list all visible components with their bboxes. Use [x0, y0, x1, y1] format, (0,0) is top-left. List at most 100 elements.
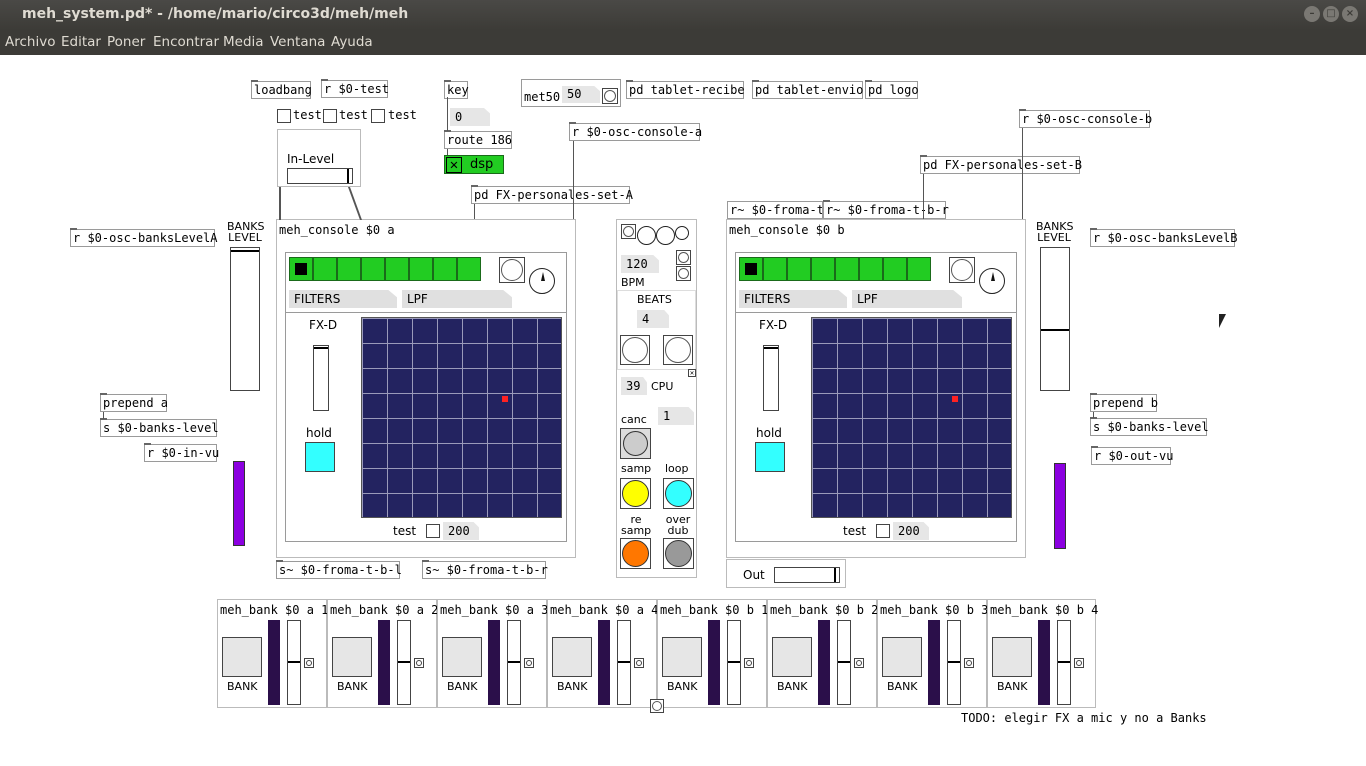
console-b-step-strip[interactable] [739, 257, 931, 281]
console-b-test-toggle[interactable] [876, 524, 890, 538]
bpm-bang-2[interactable] [676, 266, 691, 281]
receive-osc-bankslevel-b[interactable]: r $0-osc-banksLevelB [1090, 228, 1238, 247]
bank-a-1-slider[interactable] [287, 620, 301, 705]
console-a-test-toggle[interactable] [426, 524, 440, 538]
send-tilde-froma-t-b-l[interactable]: s~ $0-froma-t-b-l [276, 560, 402, 579]
close-icon[interactable]: × [1342, 6, 1358, 22]
menu-media[interactable]: Media [223, 34, 264, 50]
bank-a-4-slider[interactable] [617, 620, 631, 705]
console-a-step-7[interactable] [433, 257, 457, 281]
console-b-step-3[interactable] [787, 257, 811, 281]
loadbang-object[interactable]: loadbang [251, 80, 312, 99]
bpm-number[interactable]: 120 [621, 255, 659, 273]
prepend-b-object[interactable]: prepend b [1090, 393, 1158, 412]
console-b-step-1[interactable] [739, 257, 763, 281]
receive-tilde-froma-t-left[interactable]: r~ $0-froma-t- [727, 201, 823, 219]
bank-b-3-bang[interactable] [964, 658, 974, 668]
console-b-step-4[interactable] [811, 257, 835, 281]
send-tilde-froma-t-b-r[interactable]: s~ $0-froma-t-b-r [422, 560, 548, 579]
minimize-icon[interactable]: – [1304, 6, 1320, 22]
overdub-bang[interactable] [663, 538, 694, 569]
cpu-toggle[interactable]: ✕ [688, 369, 696, 377]
console-b-xy-grid[interactable] [811, 317, 1012, 518]
bank-a-3-bang[interactable] [524, 658, 534, 668]
console-b-step-8[interactable] [907, 257, 931, 281]
pd-logo[interactable]: pd logo [865, 80, 919, 99]
bank-b-4-slider[interactable] [1057, 620, 1071, 705]
bank-a-1-pad[interactable] [222, 637, 262, 677]
menu-ayuda[interactable]: Ayuda [331, 34, 373, 50]
console-a-fxd-slider[interactable] [313, 345, 329, 411]
dsp-toggle[interactable]: ✕ dsp [444, 155, 504, 174]
loop-bang[interactable] [663, 478, 694, 509]
maximize-icon[interactable]: □ [1323, 6, 1339, 22]
center-circle-2[interactable] [656, 226, 675, 245]
console-a-step-strip[interactable] [289, 257, 481, 281]
console-a-step-1[interactable] [289, 257, 313, 281]
beats-bang-1[interactable] [620, 335, 650, 365]
bank-a-2-pad[interactable] [332, 637, 372, 677]
pd-fx-personales-set-b[interactable]: pd FX-personales-set-B [920, 155, 1082, 174]
bank-b-2-pad[interactable] [772, 637, 812, 677]
receive-tilde-froma-t-b-r[interactable]: r~ $0-froma-t-b-r [823, 200, 949, 219]
in-level-slider[interactable] [287, 168, 353, 184]
bank-a-2-slider[interactable] [397, 620, 411, 705]
send-banks-level-a[interactable]: s $0-banks-level [100, 418, 219, 437]
bank-a-2-bang[interactable] [414, 658, 424, 668]
receive-test-object[interactable]: r $0-test [321, 79, 389, 98]
receive-osc-console-a[interactable]: r $0-osc-console-a [569, 122, 702, 141]
console-b-test-number[interactable]: 200 [893, 522, 929, 540]
menu-ventana[interactable]: Ventana [270, 34, 325, 50]
test-toggle-3[interactable] [371, 109, 385, 123]
bank-a-3-slider[interactable] [507, 620, 521, 705]
bank-b-2-bang[interactable] [854, 658, 864, 668]
met50-bang[interactable] [602, 88, 618, 104]
test-toggle-2[interactable] [323, 109, 337, 123]
bank-a-4-bang[interactable] [634, 658, 644, 668]
console-b-step-5[interactable] [835, 257, 859, 281]
canc-number[interactable]: 1 [658, 407, 694, 425]
console-a-step-4[interactable] [361, 257, 385, 281]
send-banks-level-b[interactable]: s $0-banks-level [1090, 417, 1209, 436]
console-b-filters-menu[interactable]: FILTERS [739, 290, 847, 308]
bpm-bang-1[interactable] [676, 250, 691, 265]
console-a-hold-button[interactable] [305, 442, 335, 472]
resamp-bang[interactable] [620, 538, 651, 569]
route-object[interactable]: route 186 [444, 130, 512, 149]
console-b-step-6[interactable] [859, 257, 883, 281]
bank-b-1-bang[interactable] [744, 658, 754, 668]
bank-a-1-bang[interactable] [304, 658, 314, 668]
console-a-xy-grid[interactable] [361, 317, 562, 518]
bank-b-3-pad[interactable] [882, 637, 922, 677]
met50-number[interactable]: 50 [562, 86, 600, 103]
bank-b-1-slider[interactable] [727, 620, 741, 705]
console-b-hold-button[interactable] [755, 442, 785, 472]
test-toggle-1[interactable] [277, 109, 291, 123]
key-number-box[interactable]: 0 [450, 108, 490, 126]
console-b-fxd-slider[interactable] [763, 345, 779, 411]
bank-a-3-pad[interactable] [442, 637, 482, 677]
bank-b-4-pad[interactable] [992, 637, 1032, 677]
console-a-lpf-menu[interactable]: LPF [402, 290, 512, 308]
receive-osc-console-b[interactable]: r $0-osc-console-b [1019, 109, 1152, 128]
console-b-step-2[interactable] [763, 257, 787, 281]
console-a-step-5[interactable] [385, 257, 409, 281]
receive-out-vu[interactable]: r $0-out-vu [1091, 446, 1173, 465]
pd-tablet-recibe[interactable]: pd tablet-recibe [626, 80, 745, 99]
console-a-filters-menu[interactable]: FILTERS [289, 290, 397, 308]
console-a-step-8[interactable] [457, 257, 481, 281]
bank-b-2-slider[interactable] [837, 620, 851, 705]
beats-number[interactable]: 4 [637, 310, 669, 328]
prepend-a-object[interactable]: prepend a [100, 393, 168, 412]
console-a-test-number[interactable]: 200 [443, 522, 479, 540]
bank-a-4-pad[interactable] [552, 637, 592, 677]
menu-encontrar[interactable]: Encontrar [153, 34, 219, 50]
out-level-slider[interactable] [774, 567, 840, 583]
center-circle-1[interactable] [637, 226, 656, 245]
pd-tablet-envio[interactable]: pd tablet-envio [752, 80, 863, 99]
pd-fx-personales-set-a[interactable]: pd FX-personales-set-A [471, 185, 633, 204]
console-a-step-2[interactable] [313, 257, 337, 281]
console-a-bang[interactable] [499, 257, 525, 283]
console-a-knob[interactable] [529, 268, 555, 294]
console-a-step-3[interactable] [337, 257, 361, 281]
